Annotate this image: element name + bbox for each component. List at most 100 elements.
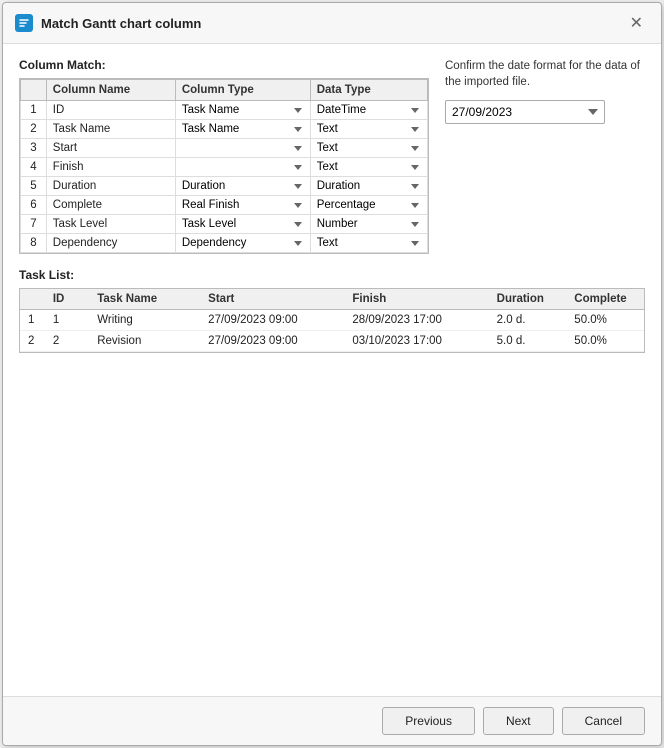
col-dtype-select[interactable]: DateTimeTextDurationPercentageNumber	[317, 237, 421, 249]
task-header-finish: Finish	[344, 289, 488, 310]
column-match-section: Column Match: Column Name Column Type Da…	[19, 58, 429, 254]
col-type-cell[interactable]: Task NameDurationReal FinishTask LevelDe…	[175, 234, 310, 253]
task-header-duration: Duration	[489, 289, 567, 310]
col-dtype-select[interactable]: DateTimeTextDurationPercentageNumber	[317, 218, 421, 230]
col-type-cell[interactable]: Task NameDurationReal FinishTask LevelDe…	[175, 215, 310, 234]
task-start: 27/09/2023 09:00	[200, 331, 344, 352]
task-list-table-wrapper: ID Task Name Start Finish Duration Compl…	[19, 288, 645, 353]
col-type-cell[interactable]: Task NameDurationReal FinishTask LevelDe…	[175, 158, 310, 177]
col-dtype-cell[interactable]: DateTimeTextDurationPercentageNumber	[310, 158, 427, 177]
col-name: Duration	[46, 177, 175, 196]
table-row: 22Revision27/09/2023 09:0003/10/2023 17:…	[20, 331, 644, 352]
column-match-table: Column Name Column Type Data Type 1IDTas…	[20, 79, 428, 253]
col-dtype-select[interactable]: DateTimeTextDurationPercentageNumber	[317, 142, 421, 154]
table-row: 8Dependency Task NameDurationReal FinishT…	[21, 234, 428, 253]
task-start: 27/09/2023 09:00	[200, 310, 344, 331]
task-list-table: ID Task Name Start Finish Duration Compl…	[20, 289, 644, 352]
row-num: 2	[21, 120, 47, 139]
col-dtype-cell[interactable]: DateTimeTextDurationPercentageNumber	[310, 215, 427, 234]
col-dtype-cell[interactable]: DateTimeTextDurationPercentageNumber	[310, 177, 427, 196]
row-num: 4	[21, 158, 47, 177]
col-dtype-select[interactable]: DateTimeTextDurationPercentageNumber	[317, 199, 421, 211]
table-row: 2Task Name Task NameDurationReal FinishTa…	[21, 120, 428, 139]
task-complete: 50.0%	[566, 331, 644, 352]
row-num: 5	[21, 177, 47, 196]
task-duration: 5.0 d.	[489, 331, 567, 352]
date-format-select[interactable]: 27/09/2023 09/27/2023 2023/09/27	[445, 100, 605, 124]
task-id: 1	[45, 310, 89, 331]
table-row: 1ID Task NameDurationReal FinishTask Leve…	[21, 101, 428, 120]
col-dtype-cell[interactable]: DateTimeTextDurationPercentageNumber	[310, 196, 427, 215]
col-header-num	[21, 80, 47, 101]
app-icon	[15, 14, 33, 32]
col-dtype-select[interactable]: DateTimeTextDurationPercentageNumber	[317, 180, 421, 192]
col-type-select[interactable]: Task NameDurationReal FinishTask LevelDe…	[182, 199, 304, 211]
row-num: 1	[21, 101, 47, 120]
col-dtype-select[interactable]: DateTimeTextDurationPercentageNumber	[317, 161, 421, 173]
col-header-dtype: Data Type	[310, 80, 427, 101]
close-button[interactable]: ✕	[624, 11, 649, 35]
col-type-cell[interactable]: Task NameDurationReal FinishTask LevelDe…	[175, 101, 310, 120]
col-type-select[interactable]: Task NameDurationReal FinishTask LevelDe…	[182, 123, 304, 135]
col-dtype-select[interactable]: DateTimeTextDurationPercentageNumber	[317, 123, 421, 135]
task-finish: 03/10/2023 17:00	[344, 331, 488, 352]
row-num: 3	[21, 139, 47, 158]
cancel-button[interactable]: Cancel	[562, 707, 645, 735]
task-row-num: 1	[20, 310, 45, 331]
top-area: Column Match: Column Name Column Type Da…	[19, 58, 645, 254]
col-header-type: Column Type	[175, 80, 310, 101]
col-type-cell[interactable]: Task NameDurationReal FinishTask LevelDe…	[175, 196, 310, 215]
table-row: 11Writing27/09/2023 09:0028/09/2023 17:0…	[20, 310, 644, 331]
row-num: 7	[21, 215, 47, 234]
col-type-select[interactable]: Task NameDurationReal FinishTask LevelDe…	[182, 161, 304, 173]
col-type-select[interactable]: Task NameDurationReal FinishTask LevelDe…	[182, 180, 304, 192]
task-list-section: Task List: ID Task Name Start Finish Dur…	[19, 268, 645, 353]
row-num: 6	[21, 196, 47, 215]
task-id: 2	[45, 331, 89, 352]
task-row-num: 2	[20, 331, 45, 352]
task-complete: 50.0%	[566, 310, 644, 331]
table-row: 5Duration Task NameDurationReal FinishTas…	[21, 177, 428, 196]
task-duration: 2.0 d.	[489, 310, 567, 331]
table-row: 4Finish Task NameDurationReal FinishTask …	[21, 158, 428, 177]
col-name: Finish	[46, 158, 175, 177]
content-area: Column Match: Column Name Column Type Da…	[3, 44, 661, 696]
col-type-select[interactable]: Task NameDurationReal FinishTask LevelDe…	[182, 104, 304, 116]
col-type-cell[interactable]: Task NameDurationReal FinishTask LevelDe…	[175, 177, 310, 196]
col-dtype-cell[interactable]: DateTimeTextDurationPercentageNumber	[310, 139, 427, 158]
column-match-label: Column Match:	[19, 58, 429, 72]
dialog-title: Match Gantt chart column	[41, 16, 624, 31]
date-format-section: Confirm the date format for the data of …	[445, 58, 645, 254]
col-type-cell[interactable]: Task NameDurationReal FinishTask LevelDe…	[175, 139, 310, 158]
task-header-num	[20, 289, 45, 310]
previous-button[interactable]: Previous	[382, 707, 475, 735]
task-header-start: Start	[200, 289, 344, 310]
date-format-label: Confirm the date format for the data of …	[445, 58, 645, 90]
task-header-id: ID	[45, 289, 89, 310]
dialog: Match Gantt chart column ✕ Column Match:…	[2, 2, 662, 746]
col-type-select[interactable]: Task NameDurationReal FinishTask LevelDe…	[182, 237, 304, 249]
col-name: Start	[46, 139, 175, 158]
col-name: Complete	[46, 196, 175, 215]
col-type-cell[interactable]: Task NameDurationReal FinishTask LevelDe…	[175, 120, 310, 139]
table-row: 7Task Level Task NameDurationReal FinishT…	[21, 215, 428, 234]
task-header-complete: Complete	[566, 289, 644, 310]
col-dtype-cell[interactable]: DateTimeTextDurationPercentageNumber	[310, 101, 427, 120]
task-list-label: Task List:	[19, 268, 645, 282]
col-name: Task Name	[46, 120, 175, 139]
col-name: Dependency	[46, 234, 175, 253]
next-button[interactable]: Next	[483, 707, 554, 735]
col-name: Task Level	[46, 215, 175, 234]
col-dtype-cell[interactable]: DateTimeTextDurationPercentageNumber	[310, 120, 427, 139]
col-dtype-select[interactable]: DateTimeTextDurationPercentageNumber	[317, 104, 421, 116]
row-num: 8	[21, 234, 47, 253]
task-finish: 28/09/2023 17:00	[344, 310, 488, 331]
col-name: ID	[46, 101, 175, 120]
footer: Previous Next Cancel	[3, 696, 661, 745]
task-name: Writing	[89, 310, 200, 331]
col-dtype-cell[interactable]: DateTimeTextDurationPercentageNumber	[310, 234, 427, 253]
col-type-select[interactable]: Task NameDurationReal FinishTask LevelDe…	[182, 218, 304, 230]
col-header-name: Column Name	[46, 80, 175, 101]
table-row: 6Complete Task NameDurationReal FinishTas…	[21, 196, 428, 215]
col-type-select[interactable]: Task NameDurationReal FinishTask LevelDe…	[182, 142, 304, 154]
